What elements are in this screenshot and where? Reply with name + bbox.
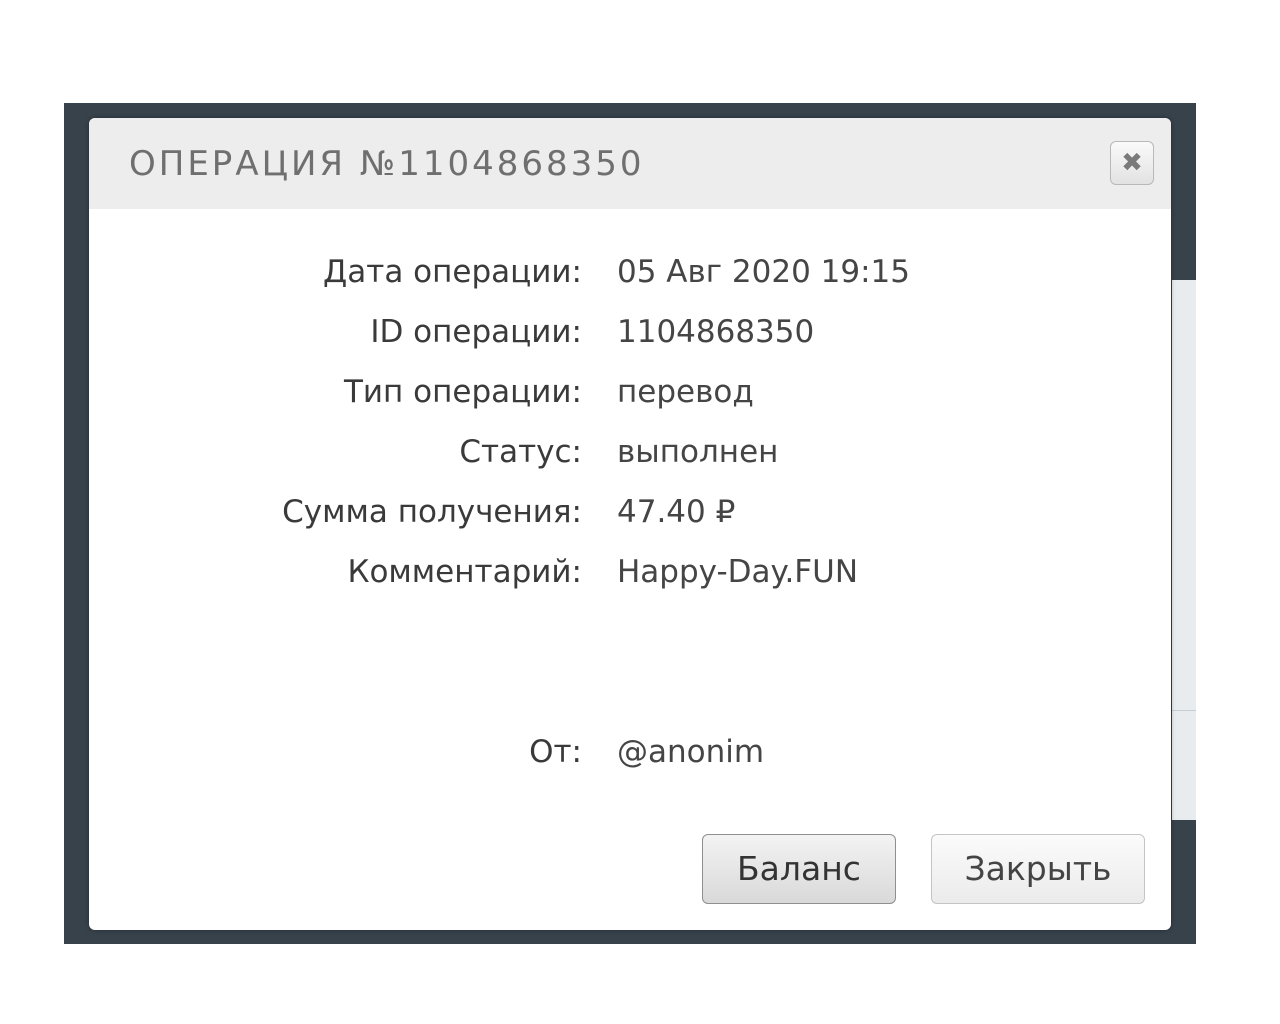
background-panel	[1172, 280, 1196, 820]
detail-value: перевод	[617, 374, 754, 410]
detail-row-amount: Сумма получения: 47.40 ₽	[89, 494, 1171, 538]
detail-value: 1104868350	[617, 314, 815, 350]
detail-label: ID операции:	[370, 314, 582, 350]
detail-value: 47.40 ₽	[617, 494, 736, 530]
detail-label: Сумма получения:	[282, 494, 582, 530]
detail-value: Happy-Day.FUN	[617, 554, 859, 590]
detail-label: Дата операции:	[323, 254, 582, 290]
detail-row-type: Тип операции: перевод	[89, 374, 1171, 418]
detail-row-status: Статус: выполнен	[89, 434, 1171, 478]
detail-label: Комментарий:	[347, 554, 582, 590]
balance-button[interactable]: Баланс	[702, 834, 896, 904]
detail-row-comment: Комментарий: Happy-Day.FUN	[89, 554, 1171, 598]
detail-value: выполнен	[617, 434, 779, 470]
operation-dialog: ОПЕРАЦИЯ №1104868350 ✖ Дата операции: 05…	[89, 118, 1171, 930]
dialog-header: ОПЕРАЦИЯ №1104868350 ✖	[89, 118, 1171, 209]
detail-label: Тип операции:	[343, 374, 582, 410]
detail-value: @anonim	[617, 734, 765, 770]
detail-row-sender: От: @anonim	[89, 734, 1171, 778]
close-button[interactable]: Закрыть	[931, 834, 1145, 904]
dialog-title: ОПЕРАЦИЯ №1104868350	[129, 144, 645, 184]
detail-label: Статус:	[459, 434, 582, 470]
detail-value: 05 Авг 2020 19:15	[617, 254, 911, 290]
detail-row-id: ID операции: 1104868350	[89, 314, 1171, 358]
detail-row-date: Дата операции: 05 Авг 2020 19:15	[89, 254, 1171, 298]
close-icon[interactable]: ✖	[1110, 141, 1154, 185]
detail-label: От:	[529, 734, 582, 770]
